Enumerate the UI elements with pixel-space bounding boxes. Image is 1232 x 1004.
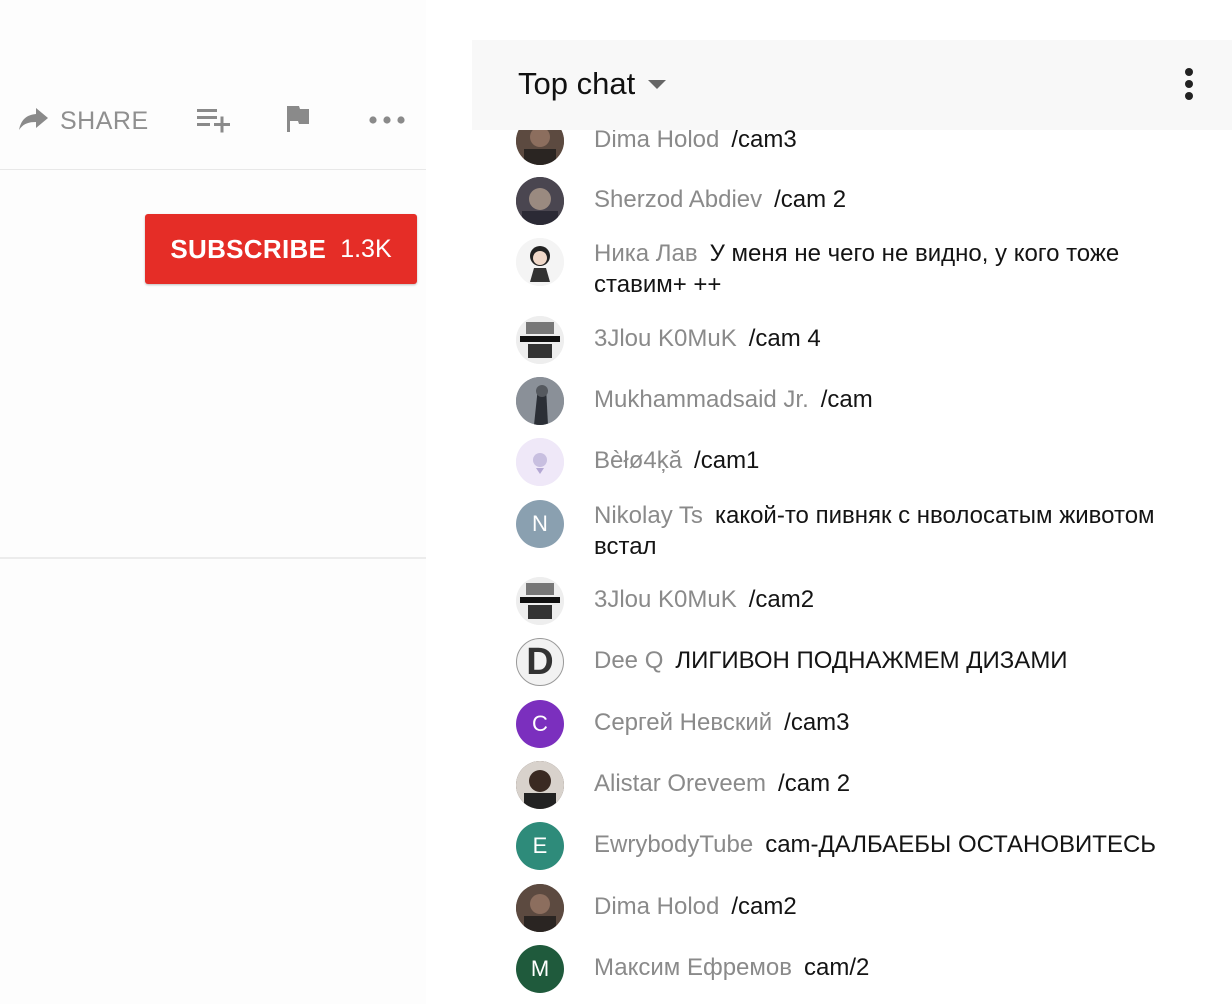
live-chat-panel: Dima Holod/cam3 Sherzod Abdiev/cam 2 Ник… — [472, 0, 1232, 1004]
message-text: cam-ДАЛБАЕБЫ ОСТАНОВИТЕСЬ — [765, 831, 1157, 858]
message-text: /cam3 — [784, 709, 850, 736]
chat-title: Top chat — [518, 66, 636, 101]
message-text: ЛИГИВОН ПОДНАЖМЕМ ДИЗАМИ — [675, 647, 1068, 674]
avatar-initial: D — [526, 640, 554, 683]
author-name[interactable]: Ника Лав — [594, 240, 698, 267]
message-text: /cam2 — [748, 586, 815, 613]
author-name[interactable]: Bèłø4ķă — [594, 447, 682, 474]
subscribe-button[interactable]: SUBSCRIBE 1.3K — [145, 214, 417, 284]
message-text: /cam1 — [694, 447, 760, 474]
message-text: /cam 4 — [748, 325, 821, 352]
chat-menu-button[interactable] — [1182, 68, 1196, 102]
report-button[interactable] — [284, 96, 312, 146]
divider — [0, 557, 426, 559]
flag-icon — [284, 104, 312, 139]
playlist-add-icon — [196, 105, 232, 138]
share-label: SHARE — [60, 106, 149, 135]
more-actions-button[interactable] — [368, 96, 406, 146]
avatar[interactable] — [516, 761, 564, 809]
message-text: /cam 2 — [778, 770, 851, 797]
author-name[interactable]: Dima Holod — [594, 126, 719, 153]
share-button[interactable]: SHARE — [18, 96, 149, 146]
author-name[interactable]: 3Jlou K0MuK — [594, 325, 737, 352]
message-text: /cam3 — [731, 126, 797, 153]
avatar[interactable] — [516, 577, 564, 625]
author-name[interactable]: Dee Q — [594, 647, 663, 674]
author-name[interactable]: Dima Holod — [594, 893, 719, 920]
author-name[interactable]: Сергей Невский — [594, 709, 772, 736]
author-name[interactable]: EwrybodyTube — [594, 831, 753, 858]
message-text: /cam — [820, 386, 873, 413]
avatar-initial: N — [532, 511, 548, 536]
avatar[interactable] — [516, 884, 564, 932]
chat-header: Top chat — [472, 40, 1232, 130]
author-name[interactable]: Mukhammadsaid Jr. — [594, 386, 809, 413]
caret-down-icon — [648, 80, 666, 89]
author-name[interactable]: Nikolay Ts — [594, 502, 703, 529]
video-info-pane: SHARE SUBSCRIBE 1.3K — [0, 0, 426, 1004]
subscriber-count: 1.3K — [340, 234, 392, 263]
more-horizontal-icon — [368, 112, 406, 130]
avatar[interactable] — [516, 177, 564, 225]
avatar[interactable] — [516, 316, 564, 364]
chat-message-list[interactable]: Dima Holod/cam3 Sherzod Abdiev/cam 2 Ник… — [472, 0, 1232, 1004]
avatar[interactable]: C — [516, 700, 564, 748]
action-bar: SHARE — [0, 96, 426, 146]
message-text: /cam2 — [731, 893, 797, 920]
share-arrow-icon — [18, 106, 50, 137]
avatar[interactable] — [516, 438, 564, 486]
avatar[interactable]: M — [516, 945, 564, 993]
add-to-playlist-button[interactable] — [196, 96, 232, 146]
avatar[interactable]: N — [516, 500, 564, 548]
author-name[interactable]: Alistar Oreveem — [594, 770, 766, 797]
message-text: /cam 2 — [774, 186, 847, 213]
divider — [0, 169, 426, 170]
avatar[interactable] — [516, 377, 564, 425]
avatar-initial: C — [532, 711, 548, 736]
subscribe-label: SUBSCRIBE — [170, 233, 327, 264]
avatar-initial: E — [532, 833, 548, 858]
message-text: cam/2 — [804, 954, 870, 981]
author-name[interactable]: 3Jlou K0MuK — [594, 586, 737, 613]
author-name[interactable]: Sherzod Abdiev — [594, 186, 762, 213]
avatar[interactable]: D — [516, 638, 564, 686]
avatar[interactable]: E — [516, 822, 564, 870]
more-vertical-icon — [1182, 68, 1196, 100]
avatar[interactable] — [516, 238, 564, 286]
avatar-initial: M — [530, 956, 550, 981]
author-name[interactable]: Максим Ефремов — [594, 954, 792, 981]
